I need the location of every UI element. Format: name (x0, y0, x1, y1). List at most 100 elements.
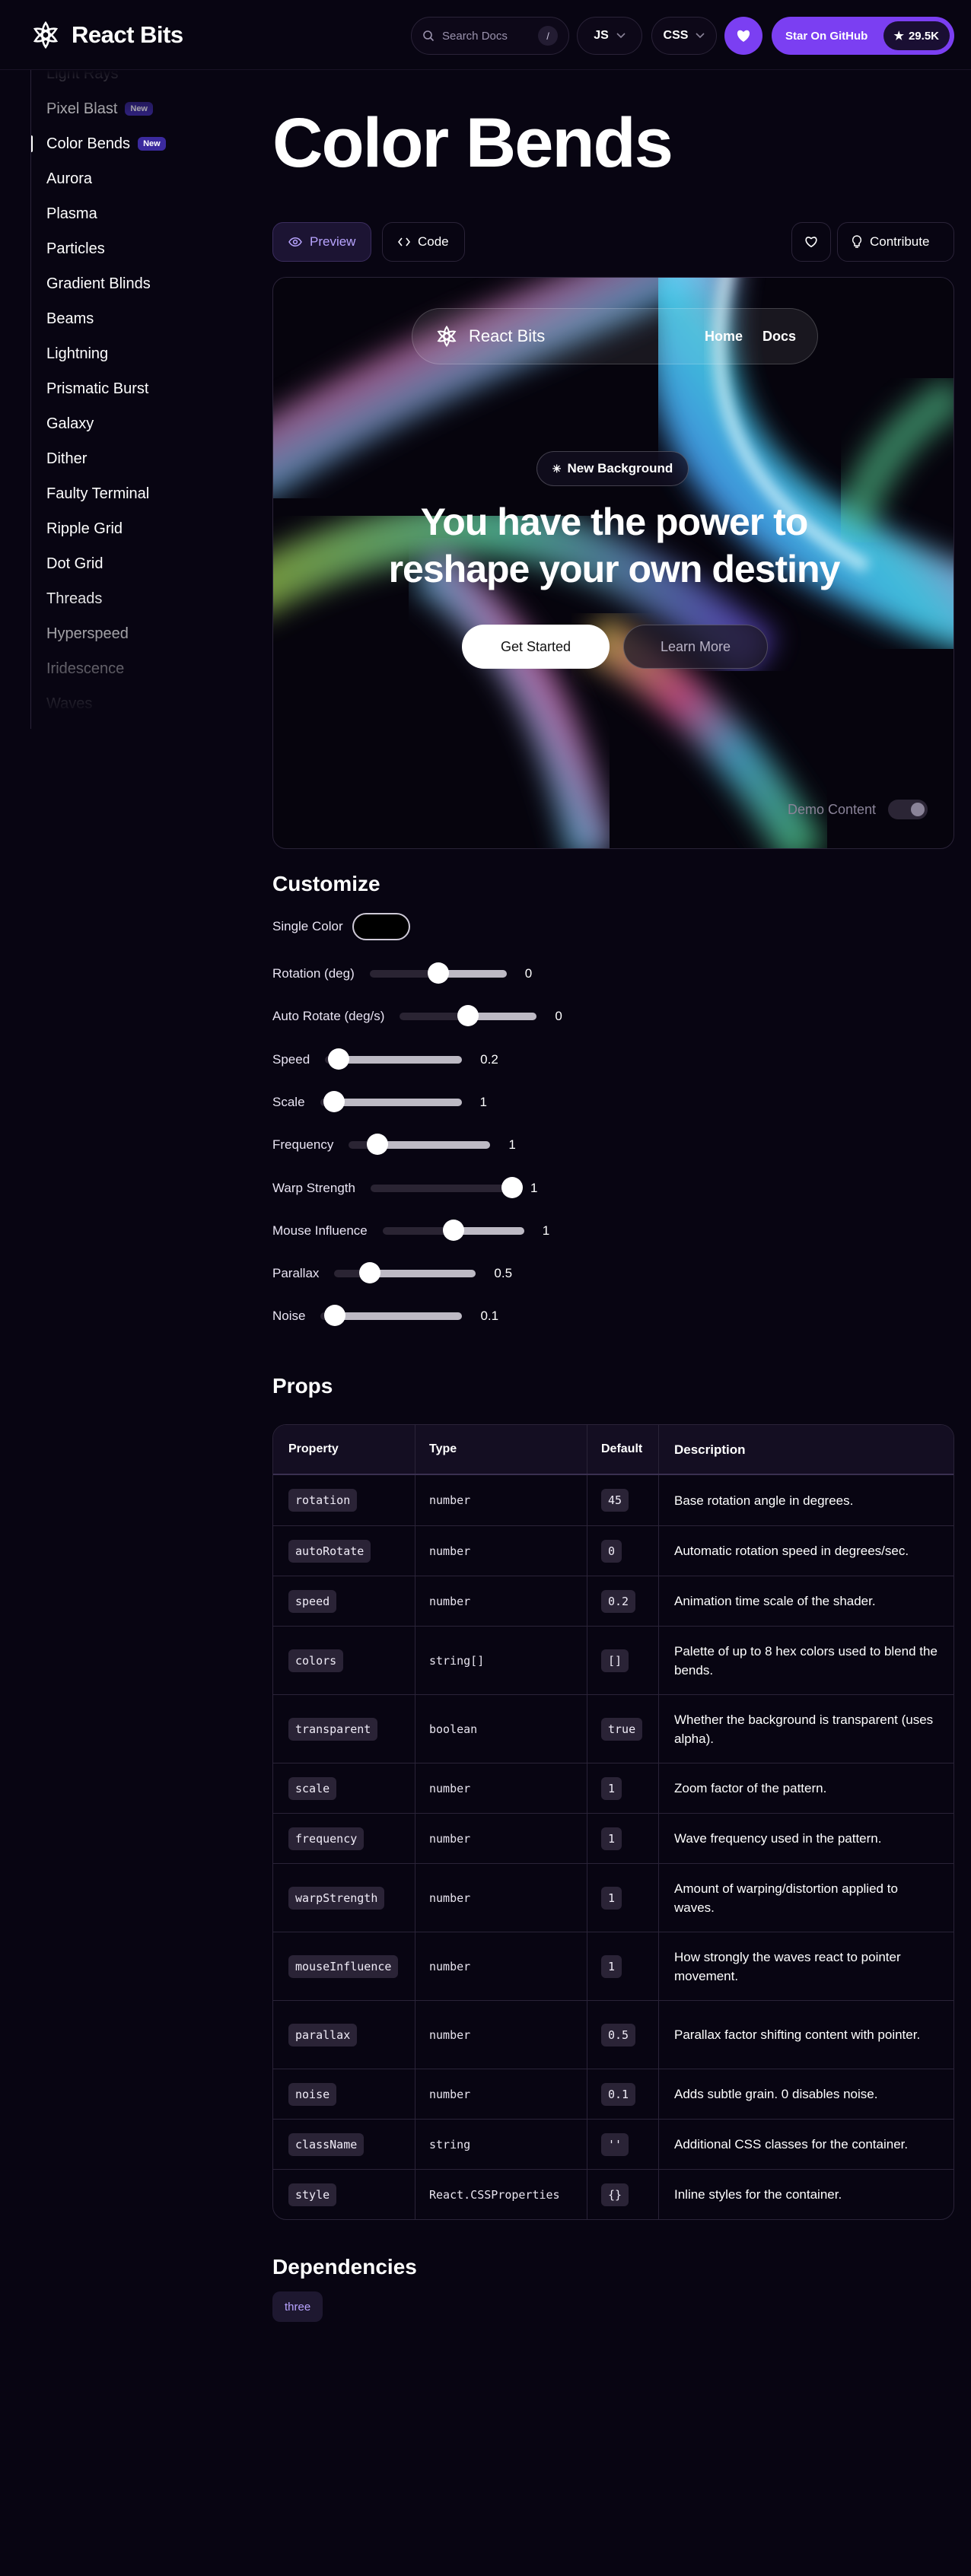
slider-fill (369, 1270, 476, 1278)
prop-default-cell-value: 0 (601, 1539, 622, 1563)
prop-name-cell: transparent (273, 1695, 415, 1763)
contribute-label: Contribute (870, 234, 930, 249)
prop-default-cell: '' (587, 2120, 658, 2169)
prop-name-cell: speed (273, 1576, 415, 1626)
slider-control: Parallax 0.5 (272, 1260, 512, 1287)
prop-default-cell-value: 45 (601, 1489, 629, 1512)
dependency-tag[interactable]: three (272, 2291, 323, 2322)
sidebar-item[interactable]: Aurora (31, 161, 228, 196)
contribute-button[interactable]: Contribute (837, 222, 954, 262)
slider-value: 0.5 (494, 1266, 513, 1281)
code-icon (398, 237, 410, 246)
favorites-button[interactable] (724, 17, 762, 55)
table-row: warpStrength number 1 Amount of warping/dis… (273, 1863, 953, 1932)
prop-name-cell: noise (273, 2069, 415, 2119)
sidebar-item[interactable]: Ripple Grid (31, 511, 228, 546)
slider-track[interactable] (334, 1262, 476, 1284)
prop-description-cell-value: Amount of warping/distortion applied to … (674, 1881, 898, 1915)
prop-type-cell-value: number (429, 1891, 471, 1905)
slider-thumb[interactable] (366, 1134, 388, 1156)
slider-track[interactable] (382, 1219, 524, 1241)
prop-name-cell: autoRotate (273, 1526, 415, 1576)
demo-content-label: Demo Content (788, 801, 877, 817)
demo-nav-logo-text: React Bits (469, 326, 546, 345)
slider-thumb[interactable] (457, 1005, 479, 1027)
demo-headline-line1: You have the power to (420, 501, 809, 543)
sidebar-item[interactable]: Plasma (31, 196, 228, 231)
prop-description-cell-value: Additional CSS classes for the container… (674, 2137, 909, 2151)
prop-default-cell: 1 (587, 1763, 658, 1813)
sidebar-item[interactable]: Galaxy (31, 406, 228, 441)
prop-default-cell: [] (587, 1627, 658, 1694)
logo[interactable]: React Bits (29, 18, 183, 52)
sidebar-item[interactable]: Color Bends New (31, 126, 228, 161)
prop-name-cell-value: mouseInfluence (288, 1954, 399, 1978)
demo-navbar: React Bits Home Docs (412, 308, 818, 364)
slider-thumb[interactable] (324, 1305, 346, 1327)
sidebar-item[interactable]: Dither (31, 441, 228, 476)
sidebar-item[interactable]: Dot Grid (31, 546, 228, 581)
slider-thumb[interactable] (323, 1090, 345, 1112)
prop-description-cell: Automatic rotation speed in degrees/sec. (658, 1526, 953, 1576)
prop-description-cell: Adds subtle grain. 0 disables noise. (658, 2069, 953, 2119)
table-row: rotation number 45 Base rotation angle in d… (273, 1475, 953, 1525)
prop-default-cell-value: true (601, 1717, 643, 1741)
get-started-button[interactable]: Get Started (462, 625, 610, 669)
prop-name-cell: className (273, 2120, 415, 2169)
sidebar-item[interactable]: Gradient Blinds (31, 266, 228, 301)
slider-thumb[interactable] (427, 962, 449, 984)
prop-type-cell: number (415, 1932, 587, 2000)
top-header: React Bits Search Docs / JS CSS Star On … (0, 0, 971, 70)
slider-track[interactable] (400, 1005, 537, 1027)
search-placeholder: Search Docs (442, 29, 508, 43)
sidebar-item[interactable]: Faulty Terminal (31, 476, 228, 511)
sidebar-item[interactable]: Prismatic Burst (31, 371, 228, 406)
demo-nav-docs[interactable]: Docs (762, 329, 796, 345)
sidebar-item[interactable]: Lightning (31, 336, 228, 371)
tab-code[interactable]: Code (382, 222, 465, 262)
sidebar-item-label: Color Bends (46, 135, 131, 152)
slider-track[interactable] (320, 1090, 462, 1112)
sidebar-item-label: Plasma (46, 205, 97, 222)
slider-thumb[interactable] (442, 1219, 464, 1241)
prop-description-cell: Zoom factor of the pattern. (658, 1763, 953, 1813)
slider-thumb[interactable] (501, 1176, 523, 1198)
search-input[interactable]: Search Docs / (411, 17, 569, 55)
sidebar-item[interactable]: Particles (31, 231, 228, 266)
preview-canvas[interactable]: React Bits Home Docs ✳ New Background Yo… (272, 277, 954, 849)
slider-track[interactable] (325, 1048, 463, 1070)
sidebar-item-label: Aurora (46, 170, 93, 187)
sidebar-item[interactable]: Beams (31, 301, 228, 336)
prop-description-cell-value: Wave frequency used in the pattern. (674, 1831, 882, 1846)
slider-track[interactable] (320, 1305, 463, 1327)
sidebar-item-label: Dither (46, 450, 88, 467)
slider-thumb[interactable] (328, 1048, 350, 1070)
sidebar-item-label: Lightning (46, 345, 109, 362)
slider-track[interactable] (349, 1134, 491, 1156)
prop-name-cell-value: style (288, 2183, 337, 2206)
prop-type-cell: number (415, 1814, 587, 1863)
style-select-value: CSS (663, 29, 689, 42)
demo-content-toggle[interactable]: Demo Content (788, 800, 928, 819)
slider-track[interactable] (369, 962, 507, 984)
github-star-label: Star On GitHub (785, 29, 868, 43)
slider-value: 1 (479, 1094, 487, 1109)
slider-control: Noise 0.1 (272, 1302, 498, 1330)
sidebar-item-label: Beams (46, 310, 94, 327)
slider-thumb[interactable] (358, 1262, 380, 1284)
style-select[interactable]: CSS (651, 17, 717, 55)
tab-preview[interactable]: Preview (272, 222, 372, 262)
language-select[interactable]: JS (577, 17, 642, 55)
single-color-label: Single Color (272, 919, 343, 933)
slider-value: 1 (508, 1137, 516, 1153)
single-color-input[interactable] (352, 913, 410, 940)
github-star-button[interactable]: Star On GitHub ★ 29.5K (772, 17, 954, 55)
slider-track[interactable] (370, 1176, 523, 1198)
learn-more-button[interactable]: Learn More (623, 625, 768, 669)
demo-nav-home[interactable]: Home (705, 329, 743, 345)
demo-content-switch[interactable] (888, 800, 928, 819)
prop-name-cell: warpStrength (273, 1864, 415, 1932)
demo-badge: ✳ New Background (536, 451, 689, 486)
prop-default-cell: true (587, 1695, 658, 1763)
favorite-button[interactable] (791, 222, 831, 262)
